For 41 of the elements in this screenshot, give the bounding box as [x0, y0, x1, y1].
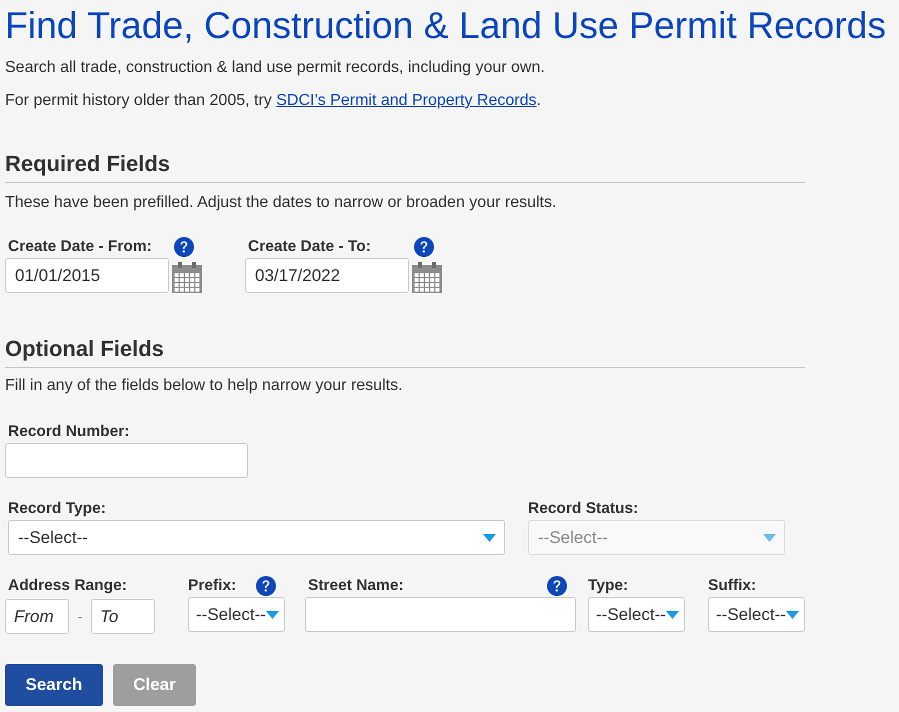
field-label: Address Range: [8, 577, 127, 595]
caret-icon [266, 610, 279, 618]
calendar-icon[interactable] [172, 262, 202, 293]
caret-icon [763, 534, 776, 542]
intro-text: Search all trade, construction & land use permit records, including your own. [5, 58, 546, 78]
calendar-icon[interactable] [412, 262, 442, 293]
help-icon[interactable] [174, 237, 194, 257]
date-field[interactable]: 03/17/2022 [245, 258, 409, 293]
field-label: Record Type: [8, 500, 106, 518]
search-button[interactable]: Search [5, 664, 103, 706]
page-title: Find Trade, Construction & Land Use Permit Records [5, 3, 888, 47]
select-dropdown[interactable]: --Select-- [588, 597, 685, 632]
field-label: Create Date - From: [8, 238, 152, 256]
field-label: Create Date - To: [248, 238, 371, 256]
caret-icon [483, 534, 496, 542]
section-description: Fill in any of the fields below to help narrow your results. [5, 376, 404, 396]
records-link[interactable]: SDCI’s Permit and Property Records [276, 92, 536, 109]
field-label: Prefix: [188, 577, 236, 595]
history-note: For permit history older than 2005, try SDCI’s Permit and Property Records. [5, 91, 542, 111]
field-label: Type: [588, 577, 628, 595]
text-field[interactable] [305, 597, 576, 632]
section-heading: Required Fields [5, 151, 805, 183]
range-separator: - [76, 609, 84, 624]
caret-icon [666, 610, 679, 618]
help-icon[interactable] [414, 237, 434, 257]
date-field[interactable]: 01/01/2015 [5, 258, 169, 293]
from-field[interactable]: From [5, 599, 69, 634]
help-icon[interactable] [547, 576, 567, 596]
help-icon[interactable] [256, 576, 276, 596]
caret-icon [786, 610, 799, 618]
section-heading: Optional Fields [5, 336, 805, 368]
select-dropdown[interactable]: --Select-- [188, 597, 285, 632]
select-dropdown[interactable]: --Select-- [8, 520, 505, 555]
field-label: Street Name: [308, 577, 404, 595]
to-field[interactable]: To [91, 599, 155, 634]
field-label: Record Number: [8, 423, 130, 441]
select-dropdown[interactable]: --Select-- [708, 597, 805, 632]
field-label: Suffix: [708, 577, 756, 595]
section-description: These have been prefilled. Adjust the dates to narrow or broaden your results. [5, 193, 558, 213]
field-label: Record Status: [528, 500, 638, 518]
text-field[interactable] [5, 443, 248, 478]
